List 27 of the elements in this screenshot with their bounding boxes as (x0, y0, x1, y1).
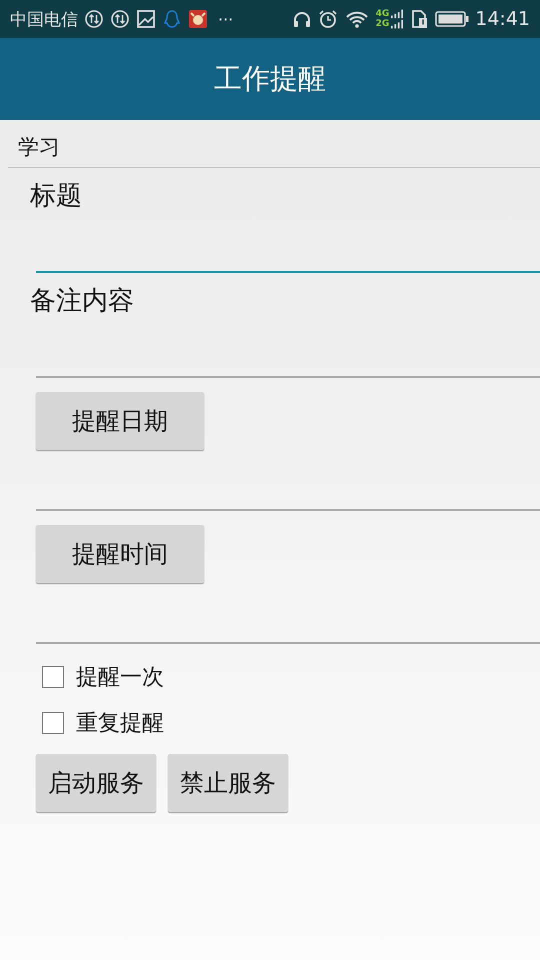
wifi-icon (344, 9, 370, 29)
clock: 14:41 (475, 8, 530, 30)
sim-alert-icon (409, 9, 430, 29)
checkbox-label: 重复提醒 (76, 710, 164, 738)
picker-button[interactable]: 提醒时间 (36, 525, 204, 583)
field-label: 备注内容 (30, 285, 134, 317)
network-type-label: 4G 2G (376, 9, 390, 29)
service-button[interactable]: 启动服务 (36, 754, 156, 812)
carrier-name: 中国电信 (10, 8, 78, 30)
battery-icon (435, 10, 470, 28)
alarm-icon (318, 9, 338, 29)
signal-icon (391, 9, 404, 29)
penguin-icon (162, 9, 182, 29)
data-transfer-icon (110, 9, 130, 29)
category-spinner[interactable]: 学习 (8, 120, 540, 168)
checkbox[interactable] (42, 666, 64, 688)
service-button[interactable]: 禁止服务 (168, 754, 288, 812)
checkbox[interactable] (42, 712, 64, 734)
picker-button[interactable]: 提醒日期 (36, 392, 204, 450)
app-icon (188, 9, 208, 29)
field-label: 标题 (30, 180, 82, 212)
more-notifications: ··· (218, 10, 234, 28)
checkbox-label: 提醒一次 (76, 664, 164, 692)
app-title: 工作提醒 (214, 61, 326, 97)
data-transfer-icon (84, 9, 104, 29)
headphones-icon (292, 9, 312, 29)
image-icon (136, 9, 156, 29)
